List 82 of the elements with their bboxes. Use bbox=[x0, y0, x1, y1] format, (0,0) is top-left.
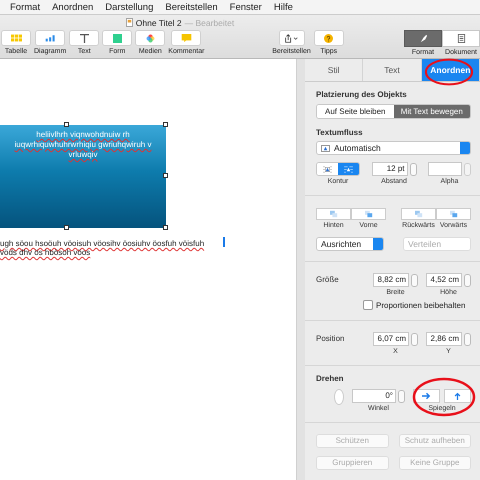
menu-item[interactable]: Darstellung bbox=[105, 2, 154, 12]
wrap-icon bbox=[321, 144, 330, 152]
comment-icon bbox=[180, 34, 192, 42]
edit-status: — Bearbeitet bbox=[184, 18, 234, 28]
wrap-dropdown[interactable]: Automatisch bbox=[316, 141, 471, 155]
section-heading: Drehen bbox=[316, 374, 345, 383]
tips-button[interactable] bbox=[314, 30, 344, 46]
color-wheel-icon bbox=[146, 34, 155, 42]
paintbrush-icon bbox=[418, 34, 428, 43]
box-wrap-icon bbox=[323, 166, 332, 172]
placement-option[interactable]: Auf Seite bleiben bbox=[317, 105, 394, 118]
contour-fit-button[interactable] bbox=[338, 163, 359, 175]
section-heading: Platzierung des Objekts bbox=[316, 90, 408, 99]
stepper[interactable] bbox=[410, 162, 416, 176]
rotation-knob[interactable] bbox=[334, 389, 344, 405]
width-field[interactable]: 8,82 cm bbox=[373, 273, 409, 287]
flip-vertical-button[interactable] bbox=[444, 389, 471, 403]
scroll-track[interactable] bbox=[296, 59, 305, 480]
arrow-up-icon bbox=[453, 392, 462, 400]
contour-wrap-icon bbox=[344, 166, 353, 172]
menu-item[interactable]: Fenster bbox=[230, 2, 262, 12]
stepper[interactable] bbox=[411, 274, 418, 286]
section-heading: Textumfluss bbox=[316, 128, 364, 137]
arrow-right-icon bbox=[422, 392, 431, 400]
document-icon bbox=[456, 34, 466, 43]
checkbox-label: Proportionen beibehalten bbox=[376, 300, 466, 310]
inspector-tab[interactable]: Stil bbox=[305, 59, 364, 81]
selection-handle[interactable] bbox=[64, 122, 69, 127]
section-heading: Größe bbox=[316, 274, 340, 284]
help-icon bbox=[324, 34, 334, 42]
layers-icon bbox=[328, 210, 338, 218]
selection-handle[interactable] bbox=[163, 173, 168, 178]
align-dropdown[interactable]: Ausrichten bbox=[316, 237, 384, 251]
shape-text-line: heliivlhrh viqnwohdnuiw rh bbox=[36, 130, 130, 140]
placement-option[interactable]: Mit Text bewegen bbox=[394, 105, 470, 118]
share-icon bbox=[284, 34, 299, 42]
layer-button[interactable] bbox=[316, 208, 351, 220]
stepper[interactable] bbox=[464, 162, 471, 176]
selection-handle[interactable] bbox=[163, 122, 168, 127]
height-field[interactable]: 4,52 cm bbox=[426, 273, 462, 287]
layers-icon bbox=[364, 210, 374, 218]
stepper[interactable] bbox=[464, 274, 471, 286]
body-text-line: vöds dhv ös hbösoh vöos bbox=[0, 248, 92, 257]
layer-button[interactable] bbox=[436, 208, 471, 220]
menu-item[interactable]: Anordnen bbox=[52, 2, 94, 12]
y-field[interactable]: 2,86 cm bbox=[426, 332, 462, 346]
section-heading: Position bbox=[316, 333, 346, 343]
layer-button[interactable] bbox=[401, 208, 436, 220]
table-icon bbox=[10, 34, 22, 42]
share-button[interactable] bbox=[278, 30, 304, 46]
layers-icon bbox=[414, 210, 424, 218]
annotation-circle bbox=[412, 377, 476, 417]
selection-handle[interactable] bbox=[64, 225, 69, 230]
menu-item[interactable]: Hilfe bbox=[274, 2, 293, 12]
box-fit-button[interactable] bbox=[317, 163, 338, 175]
layer-button[interactable] bbox=[351, 208, 386, 220]
text-cursor bbox=[223, 237, 225, 247]
checkbox[interactable] bbox=[363, 300, 373, 310]
menu-item[interactable]: Bereitstellen bbox=[165, 2, 218, 12]
shape-text-line: vrluwqiv bbox=[68, 150, 98, 160]
text-icon bbox=[80, 34, 89, 42]
toolbar-button[interactable] bbox=[69, 30, 100, 46]
toolbar-button[interactable] bbox=[35, 30, 66, 46]
wrap-fit-control[interactable] bbox=[316, 162, 360, 176]
stepper[interactable] bbox=[398, 390, 405, 402]
square-icon bbox=[112, 34, 122, 42]
document-icon bbox=[126, 18, 133, 27]
menu-item[interactable]: Format bbox=[10, 2, 40, 12]
shape-text-line: iuqwrhiquwhuhrwrhiqiu gwriuhqwiruh v bbox=[14, 140, 152, 150]
bar-chart-icon bbox=[44, 34, 56, 42]
stepper[interactable] bbox=[411, 332, 418, 346]
view-toggle[interactable] bbox=[404, 30, 442, 47]
spacing-field[interactable]: 12 pt bbox=[372, 162, 408, 176]
alpha-field[interactable] bbox=[428, 162, 462, 176]
layers-icon bbox=[448, 210, 458, 218]
selection-handle[interactable] bbox=[163, 225, 168, 230]
angle-field[interactable]: 0° bbox=[352, 389, 396, 403]
window-title: Ohne Titel 2 bbox=[136, 18, 182, 28]
body-text-line: ugh söou hsoöuh vöoisuh vöosihv öosiuhv öosfuh vöisfuh bbox=[0, 239, 204, 248]
text-shape[interactable]: heliivlhrh viqnwohdnuiw rh iuqwrhiquwhuhrwrhiqiu gwriuhqwiruh v vrluwqiv bbox=[0, 125, 166, 228]
x-field[interactable]: 6,07 cm bbox=[373, 332, 409, 346]
stepper[interactable] bbox=[464, 332, 471, 346]
